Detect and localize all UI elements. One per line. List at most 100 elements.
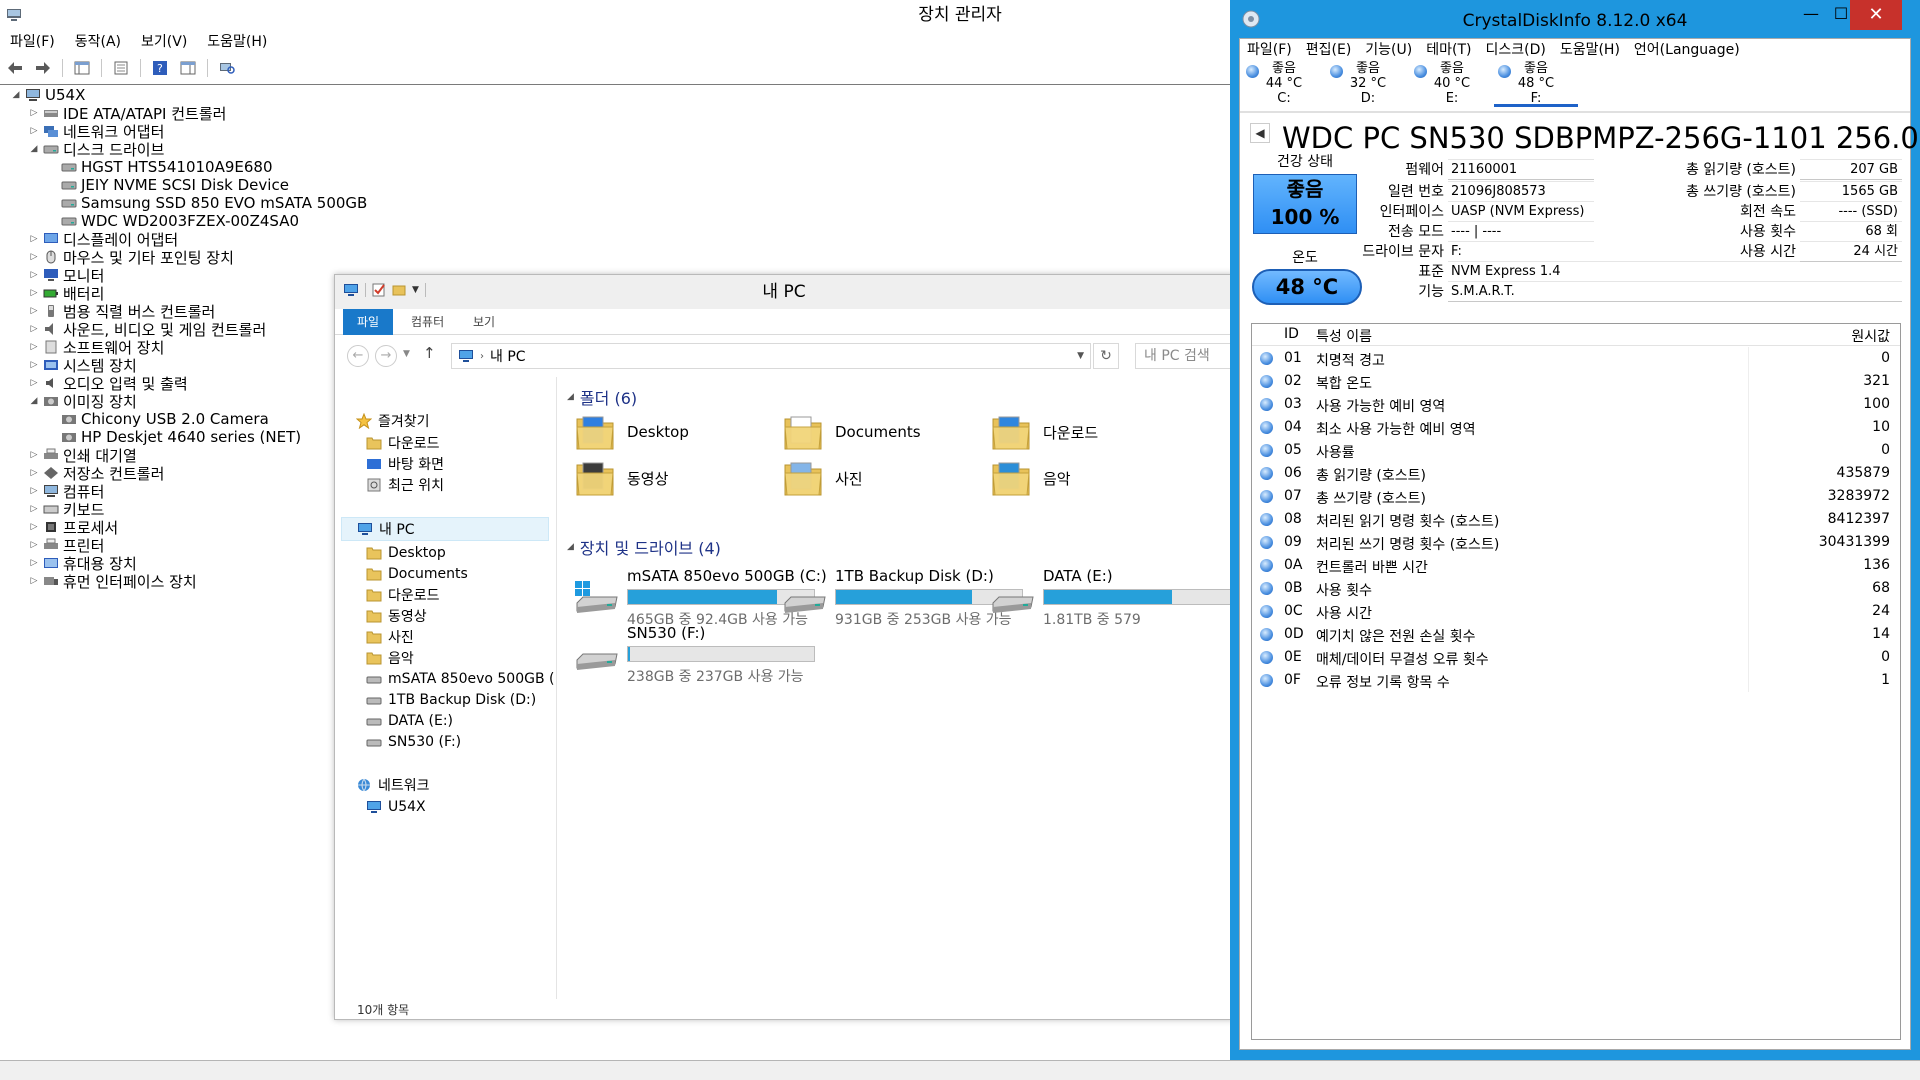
- collapsed-arrow-icon[interactable]: ▷: [28, 342, 40, 352]
- collapsed-arrow-icon[interactable]: ▷: [28, 486, 40, 496]
- collapsed-arrow-icon[interactable]: ▷: [28, 360, 40, 370]
- smart-table[interactable]: ID 특성 이름 원시값 01 치명적 경고 0 02 복합 온도 321 03 사용 가능한…: [1251, 323, 1901, 1040]
- collapsed-arrow-icon[interactable]: ▷: [28, 522, 40, 532]
- menu-file[interactable]: 파일(F): [0, 30, 65, 54]
- collapsed-arrow-icon[interactable]: ▷: [28, 324, 40, 334]
- drive-tile[interactable]: 1TB Backup Disk (D:) 931GB 중 253GB 사용 가능: [781, 567, 1023, 628]
- cdi-menu-language[interactable]: 언어(Language): [1627, 39, 1747, 61]
- table-row[interactable]: 06 총 읽기량 (호스트) 435879: [1252, 462, 1900, 485]
- col-name[interactable]: 특성 이름: [1316, 326, 1372, 346]
- search-input[interactable]: 내 PC 검색: [1135, 343, 1235, 369]
- folder-tile[interactable]: Desktop: [575, 413, 689, 451]
- previous-disk-button[interactable]: ◀: [1250, 123, 1270, 143]
- nav-this-pc-item[interactable]: SN530 (F:): [365, 730, 461, 754]
- nav-favorite-item[interactable]: 최근 위치: [365, 473, 444, 497]
- collapsed-arrow-icon[interactable]: ▷: [28, 288, 40, 298]
- cdi-menu-disk[interactable]: 디스크(D): [1478, 39, 1552, 61]
- explorer-titlebar[interactable]: ▼ 내 PC: [335, 275, 1233, 309]
- refresh-button[interactable]: ↻: [1093, 343, 1119, 369]
- up-arrow-icon[interactable]: ↑: [423, 344, 436, 362]
- folder-tile[interactable]: 동영상: [575, 459, 668, 497]
- recent-chevron-icon[interactable]: ▼: [403, 349, 410, 359]
- expanded-arrow-icon[interactable]: ◢: [28, 396, 40, 406]
- collapsed-arrow-icon[interactable]: ▷: [28, 558, 40, 568]
- tab-view[interactable]: 보기: [459, 309, 509, 335]
- collapsed-arrow-icon[interactable]: ▷: [28, 270, 40, 280]
- tab-computer[interactable]: 컴퓨터: [397, 309, 458, 335]
- minimize-button[interactable]: —: [1796, 4, 1826, 26]
- collapsed-arrow-icon[interactable]: ▷: [28, 252, 40, 262]
- col-raw[interactable]: 원시값: [1851, 326, 1890, 346]
- drive-tab-letter: F:: [1530, 91, 1542, 106]
- expanded-arrow-icon[interactable]: ◢: [28, 144, 40, 154]
- table-row[interactable]: 0A 컨트롤러 바쁜 시간 136: [1252, 554, 1900, 577]
- nav-network[interactable]: 네트워크: [355, 773, 430, 797]
- table-row[interactable]: 09 처리된 쓰기 명령 횟수 (호스트) 30431399: [1252, 531, 1900, 554]
- address-bar[interactable]: › 내 PC ▼: [451, 343, 1091, 369]
- folder-tile[interactable]: 다운로드: [991, 413, 1098, 451]
- collapsed-arrow-icon[interactable]: ▷: [28, 126, 40, 136]
- cdi-menu-edit[interactable]: 편집(E): [1299, 39, 1359, 61]
- table-row[interactable]: 04 최소 사용 가능한 예비 영역 10: [1252, 416, 1900, 439]
- drive-tab[interactable]: 좋음 40 °C E:: [1410, 61, 1494, 107]
- collapsed-arrow-icon[interactable]: ▷: [28, 504, 40, 514]
- table-row[interactable]: 01 치명적 경고 0: [1252, 347, 1900, 370]
- cdi-menu-theme[interactable]: 테마(T): [1419, 39, 1478, 61]
- console-tree-icon[interactable]: [71, 58, 93, 78]
- collapsed-arrow-icon[interactable]: ▷: [28, 108, 40, 118]
- collapsed-arrow-icon[interactable]: ▷: [28, 468, 40, 478]
- drives-group-header[interactable]: ◢ 장치 및 드라이브 (4): [567, 535, 721, 559]
- expanded-arrow-icon[interactable]: ◢: [10, 90, 22, 100]
- col-id[interactable]: ID: [1284, 326, 1299, 342]
- cdi-menu-function[interactable]: 기능(U): [1358, 39, 1419, 61]
- drive-tab[interactable]: 좋음 44 °C C:: [1242, 61, 1326, 107]
- collapsed-arrow-icon[interactable]: ▷: [28, 540, 40, 550]
- collapsed-arrow-icon[interactable]: ▷: [28, 450, 40, 460]
- table-row[interactable]: 0F 오류 정보 기록 항목 수 1: [1252, 669, 1900, 692]
- collapsed-arrow-icon[interactable]: ▷: [28, 378, 40, 388]
- menu-view[interactable]: 보기(V): [131, 30, 197, 54]
- drive-tile[interactable]: SN530 (F:) 238GB 중 237GB 사용 가능: [573, 624, 815, 685]
- forward-arrow-icon[interactable]: [32, 58, 54, 78]
- drive-tile[interactable]: DATA (E:) 1.81TB 중 579: [989, 567, 1231, 628]
- nav-this-pc[interactable]: 내 PC: [341, 517, 549, 541]
- properties-icon[interactable]: [110, 58, 132, 78]
- drive-tab[interactable]: 좋음 32 °C D:: [1326, 61, 1410, 107]
- device-tree-node[interactable]: ▷ 휴먼 인터페이스 장치: [28, 570, 197, 592]
- table-row[interactable]: 02 복합 온도 321: [1252, 370, 1900, 393]
- folder-tile[interactable]: Documents: [783, 413, 921, 451]
- table-row[interactable]: 03 사용 가능한 예비 영역 100: [1252, 393, 1900, 416]
- folder-tile[interactable]: 사진: [783, 459, 863, 497]
- menu-action[interactable]: 동작(A): [65, 30, 131, 54]
- temperature-badge[interactable]: 48 °C: [1252, 269, 1362, 305]
- table-row[interactable]: 08 처리된 읽기 명령 횟수 (호스트) 8412397: [1252, 508, 1900, 531]
- table-row[interactable]: 05 사용률 0: [1252, 439, 1900, 462]
- action-pane-icon[interactable]: [177, 58, 199, 78]
- folders-group-header[interactable]: ◢ 폴더 (6): [567, 385, 637, 409]
- address-dropdown-icon[interactable]: ▼: [1077, 351, 1084, 361]
- forward-button[interactable]: →: [375, 345, 397, 367]
- collapsed-arrow-icon[interactable]: ▷: [28, 576, 40, 586]
- cdi-menu-file[interactable]: 파일(F): [1240, 39, 1299, 61]
- nav-network-item[interactable]: U54X: [365, 795, 426, 819]
- back-button[interactable]: ←: [347, 345, 369, 367]
- menu-help[interactable]: 도움말(H): [197, 30, 277, 54]
- cdi-menu-help[interactable]: 도움말(H): [1553, 39, 1627, 61]
- drive-tile[interactable]: mSATA 850evo 500GB (C:) 465GB 중 92.4GB 사용…: [573, 567, 827, 628]
- back-arrow-icon[interactable]: [4, 58, 26, 78]
- collapsed-arrow-icon[interactable]: ▷: [28, 234, 40, 244]
- close-button[interactable]: ✕: [1850, 0, 1902, 30]
- table-row[interactable]: 0D 예기치 않은 전원 손실 횟수 14: [1252, 623, 1900, 646]
- table-row[interactable]: 07 총 쓰기량 (호스트) 3283972: [1252, 485, 1900, 508]
- table-row[interactable]: 0C 사용 시간 24: [1252, 600, 1900, 623]
- tab-file[interactable]: 파일: [343, 309, 394, 335]
- health-status-button[interactable]: 좋음 100 %: [1253, 174, 1357, 234]
- help-icon[interactable]: ?: [149, 58, 171, 78]
- folder-tile[interactable]: 음악: [991, 459, 1071, 497]
- scan-hardware-icon[interactable]: [216, 58, 238, 78]
- table-row[interactable]: 0E 매체/데이터 무결성 오류 횟수 0: [1252, 646, 1900, 669]
- nav-favorites[interactable]: 즐겨찾기: [355, 409, 430, 433]
- table-row[interactable]: 0B 사용 횟수 68: [1252, 577, 1900, 600]
- drive-tab[interactable]: 좋음 48 °C F:: [1494, 61, 1578, 107]
- collapsed-arrow-icon[interactable]: ▷: [28, 306, 40, 316]
